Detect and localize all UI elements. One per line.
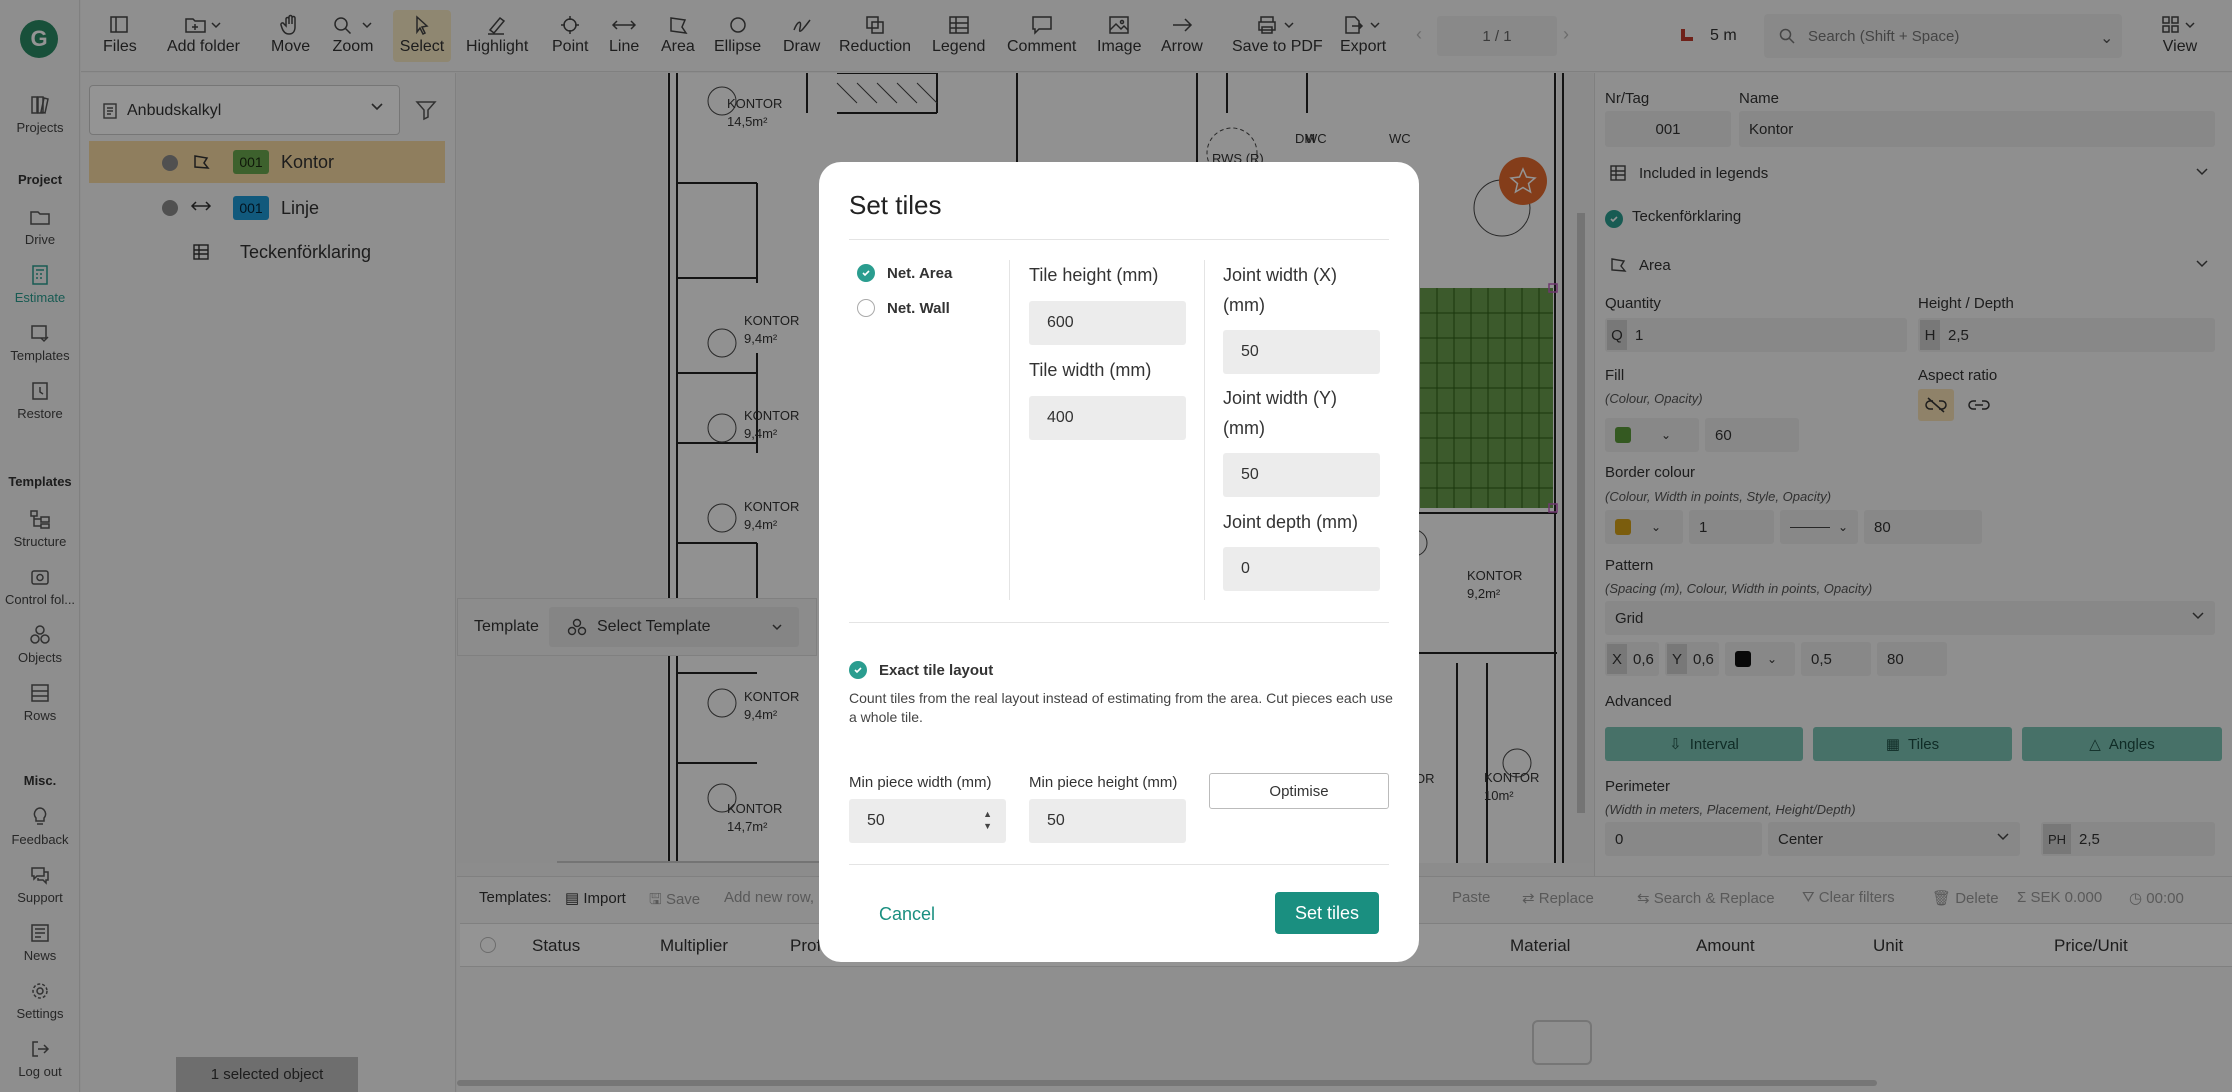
joint-x-label: Joint width (X) (mm) — [1223, 265, 1338, 315]
min-height-label: Min piece height (mm) — [1029, 774, 1178, 791]
joint-depth-label: Joint depth (mm) — [1223, 512, 1359, 532]
joint-depth-input[interactable]: 0 — [1223, 547, 1380, 591]
tile-height-input[interactable]: 600 — [1029, 301, 1186, 345]
min-height-input[interactable]: 50 — [1029, 799, 1186, 843]
net-wall-radio[interactable]: Net. Wall — [857, 299, 950, 317]
check-icon — [857, 264, 875, 282]
net-wall-label: Net. Wall — [887, 299, 950, 317]
check-icon — [849, 661, 867, 679]
stepper-arrows-icon[interactable]: ▲ ▼ — [983, 808, 992, 832]
optimise-button[interactable]: Optimise — [1209, 773, 1389, 809]
set-tiles-button[interactable]: Set tiles — [1275, 892, 1379, 934]
tile-height-label: Tile height (mm) — [1029, 265, 1159, 285]
set-tiles-dialog: Set tiles Net. Area Net. Wall Tile heigh… — [819, 162, 1419, 962]
exact-layout-checkbox[interactable]: Exact tile layout — [849, 661, 993, 679]
min-width-value: 50 — [867, 812, 885, 829]
net-area-label: Net. Area — [887, 264, 953, 282]
dialog-title: Set tiles — [849, 190, 942, 220]
tile-width-label: Tile width (mm) — [1029, 360, 1152, 380]
radio-empty-icon — [857, 299, 875, 317]
cancel-button[interactable]: Cancel — [879, 904, 935, 925]
min-width-stepper[interactable]: 50 ▲ ▼ — [849, 799, 1006, 843]
joint-x-input[interactable]: 50 — [1223, 330, 1380, 374]
divider — [849, 864, 1389, 865]
divider — [849, 622, 1389, 623]
exact-layout-label: Exact tile layout — [879, 661, 994, 679]
divider — [1009, 260, 1010, 600]
exact-layout-description: Count tiles from the real layout instead… — [849, 690, 1393, 725]
joint-y-input[interactable]: 50 — [1223, 453, 1380, 497]
joint-y-label: Joint width (Y) (mm) — [1223, 388, 1338, 438]
tile-width-input[interactable]: 400 — [1029, 396, 1186, 440]
net-area-radio[interactable]: Net. Area — [857, 264, 952, 282]
divider — [849, 239, 1389, 240]
divider — [1204, 260, 1205, 600]
min-width-label: Min piece width (mm) — [849, 774, 992, 791]
